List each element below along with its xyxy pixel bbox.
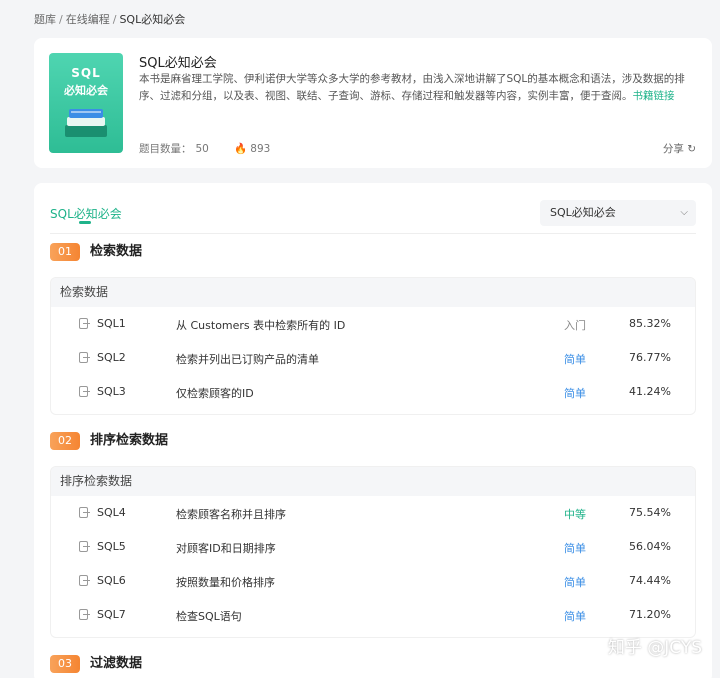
question-group: 检索数据 SQL1 从 Customers 表中检索所有的 ID 入门 85.3…: [50, 277, 696, 415]
document-icon: [79, 575, 90, 586]
question-code: SQL6: [97, 574, 126, 587]
document-icon: [79, 386, 90, 397]
book-title: SQL必知必会: [139, 56, 217, 71]
breadcrumb-online-coding[interactable]: 在线编程: [66, 13, 110, 26]
books-illustration-icon: [65, 109, 107, 137]
breadcrumb-separator: /: [59, 13, 63, 26]
chapter-title: 排序检索数据: [90, 433, 169, 448]
chevron-down-icon: ⌵: [680, 207, 688, 218]
book-meta: 题目数量： 50 🔥 893: [139, 141, 270, 156]
question-code: SQL7: [97, 608, 126, 621]
tab-sql-must-know[interactable]: SQL必知必会: [50, 205, 122, 222]
share-icon: ↻: [687, 143, 696, 155]
pass-rate: 76.77%: [629, 351, 671, 364]
breadcrumb: 题库 / 在线编程 / SQL必知必会: [34, 11, 185, 27]
question-name[interactable]: 仅检索顾客的ID: [176, 385, 254, 401]
book-cover: SQL 必知必会: [49, 53, 123, 153]
question-name[interactable]: 检查SQL语句: [176, 608, 242, 624]
question-code: SQL5: [97, 540, 126, 553]
chapter-number-badge: 01: [50, 243, 80, 261]
document-icon: [79, 609, 90, 620]
document-icon: [79, 541, 90, 552]
fire-icon: 🔥: [234, 143, 248, 155]
chapter-title: 过滤数据: [90, 656, 143, 671]
question-name[interactable]: 按照数量和价格排序: [176, 574, 275, 590]
breadcrumb-current: SQL必知必会: [119, 13, 186, 26]
book-select-value: SQL必知必会: [550, 206, 616, 219]
share-label: 分享: [662, 143, 684, 155]
question-code: SQL1: [97, 317, 126, 330]
difficulty-badge: 入门: [564, 319, 586, 332]
difficulty-badge: 简单: [564, 576, 586, 589]
tab-divider: [50, 233, 696, 234]
document-icon: [79, 318, 90, 329]
book-select[interactable]: SQL必知必会 ⌵: [540, 200, 696, 226]
pass-rate: 56.04%: [629, 540, 671, 553]
difficulty-badge: 简单: [564, 353, 586, 366]
difficulty-badge: 中等: [564, 508, 586, 521]
table-row[interactable]: SQL7 检查SQL语句 简单 71.20%: [51, 598, 695, 632]
chapter-number-badge: 03: [50, 655, 80, 673]
chapter-number-badge: 02: [50, 432, 80, 450]
document-icon: [79, 352, 90, 363]
question-count-label: 题目数量：: [139, 143, 192, 155]
question-code: SQL4: [97, 506, 126, 519]
table-row[interactable]: SQL6 按照数量和价格排序 简单 74.44%: [51, 564, 695, 598]
book-link[interactable]: 书籍链接: [633, 90, 675, 102]
watermark: 知乎 @JCYS: [607, 638, 702, 658]
cover-title-line2: 必知必会: [64, 84, 108, 97]
table-row[interactable]: SQL4 检索顾客名称并且排序 中等 75.54%: [51, 496, 695, 530]
pass-rate: 41.24%: [629, 385, 671, 398]
question-name[interactable]: 对顾客ID和日期排序: [176, 540, 276, 556]
difficulty-badge: 简单: [564, 542, 586, 555]
group-title: 检索数据: [51, 278, 695, 307]
difficulty-badge: 简单: [564, 387, 586, 400]
pass-rate: 75.54%: [629, 506, 671, 519]
question-code: SQL3: [97, 385, 126, 398]
cover-title-line1: SQL: [71, 66, 101, 80]
question-name[interactable]: 检索顾客名称并且排序: [176, 506, 286, 522]
question-name[interactable]: 检索并列出已订购产品的清单: [176, 351, 319, 367]
hot-count: 893: [250, 143, 271, 155]
share-button[interactable]: 分享 ↻: [663, 141, 696, 156]
table-row[interactable]: SQL2 检索并列出已订购产品的清单 简单 76.77%: [51, 341, 695, 375]
pass-rate: 74.44%: [629, 574, 671, 587]
pass-rate: 71.20%: [629, 608, 671, 621]
book-description-text: 本书是麻省理工学院、伊利诺伊大学等众多大学的参考教材，由浅入深地讲解了SQL的基…: [139, 73, 685, 102]
breadcrumb-separator: /: [112, 13, 117, 26]
question-count: 50: [195, 143, 209, 155]
tab-underline: [79, 221, 91, 224]
group-title: 排序检索数据: [51, 467, 695, 496]
table-row[interactable]: SQL5 对顾客ID和日期排序 简单 56.04%: [51, 530, 695, 564]
table-row[interactable]: SQL3 仅检索顾客的ID 简单 41.24%: [51, 375, 695, 409]
document-icon: [79, 507, 90, 518]
question-list-card: SQL必知必会 SQL必知必会 ⌵ 01 检索数据 检索数据 SQL1 从 Cu…: [34, 183, 712, 678]
book-description: 本书是麻省理工学院、伊利诺伊大学等众多大学的参考教材，由浅入深地讲解了SQL的基…: [139, 71, 699, 105]
difficulty-badge: 简单: [564, 610, 586, 623]
question-group: 排序检索数据 SQL4 检索顾客名称并且排序 中等 75.54% SQL5 对顾…: [50, 466, 696, 638]
pass-rate: 85.32%: [629, 317, 671, 330]
table-row[interactable]: SQL1 从 Customers 表中检索所有的 ID 入门 85.32%: [51, 307, 695, 341]
chapter-title: 检索数据: [90, 244, 143, 259]
breadcrumb-question-bank[interactable]: 题库: [34, 13, 56, 26]
question-code: SQL2: [97, 351, 126, 364]
book-card: SQL 必知必会 SQL必知必会 本书是麻省理工学院、伊利诺伊大学等众多大学的参…: [34, 38, 712, 168]
question-name[interactable]: 从 Customers 表中检索所有的 ID: [176, 317, 345, 333]
